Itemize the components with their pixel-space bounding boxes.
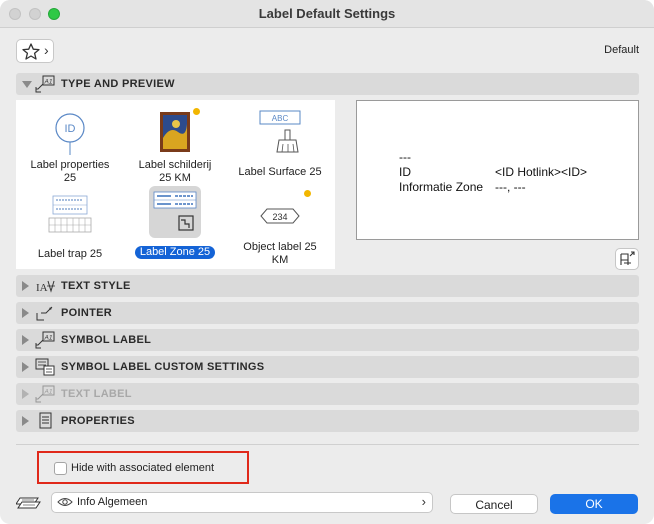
thumb-abc-text: ABC	[272, 114, 289, 123]
custom-settings-icon	[35, 358, 55, 376]
surface-brush-icon: ABC	[259, 110, 301, 153]
preview-line-1: ---	[399, 150, 411, 164]
label-type-tile-selected[interactable]: Label Zone 25	[121, 186, 229, 272]
panel-title: SYMBOL LABEL CUSTOM SETTINGS	[61, 361, 265, 373]
label-type-name: Label properties 25	[30, 159, 110, 184]
label-type-name: Label trap 25	[37, 248, 103, 260]
panel-title: SYMBOL LABEL	[61, 334, 152, 346]
preview-id-value: <ID Hotlink><ID>	[495, 165, 588, 179]
panel-type-and-preview[interactable]: A1 TYPE AND PREVIEW	[16, 73, 639, 95]
disclosure-right-icon	[22, 416, 29, 426]
hide-option-highlight: Hide with associated element	[37, 451, 249, 484]
disclosure-down-icon	[22, 81, 32, 88]
title-bar: Label Default Settings	[0, 0, 654, 28]
ok-button[interactable]: OK	[550, 494, 638, 514]
panel-title: TEXT STYLE	[61, 280, 131, 292]
default-label: Default	[604, 44, 639, 56]
label-type-name: Object label 25 KM	[243, 241, 317, 266]
preview-toggle-icon	[620, 251, 635, 265]
cancel-button[interactable]: Cancel	[450, 494, 538, 514]
disclosure-right-icon	[22, 389, 29, 399]
hide-with-element-checkbox[interactable]	[54, 462, 67, 475]
window-title: Label Default Settings	[258, 6, 396, 21]
label-type-name: Label schilderij 25 KM	[138, 159, 212, 184]
panel-title: TEXT LABEL	[61, 388, 132, 400]
layer-select[interactable]: Info Algemeen ›	[51, 492, 433, 513]
text-label-icon: A1	[35, 385, 55, 403]
preview-zone-value: ---, ---	[495, 180, 526, 194]
label-type-name: Label Zone 25	[121, 246, 229, 259]
preview-toggle-button[interactable]	[615, 248, 639, 270]
panel-title: POINTER	[61, 307, 112, 319]
symbol-label-icon: A1	[35, 331, 55, 349]
painting-icon	[160, 112, 190, 152]
zone-label-icon	[153, 191, 197, 231]
favorites-button[interactable]: ›	[16, 39, 54, 63]
svg-text:A1: A1	[44, 389, 53, 396]
label-type-grid: ID Label properties 25 Label schilderij …	[16, 100, 335, 269]
panel-properties[interactable]: PROPERTIES	[16, 410, 639, 432]
label-type-tile[interactable]: ID Label properties 25	[16, 104, 124, 190]
properties-icon	[39, 412, 52, 429]
label-type-icon: A1	[35, 75, 55, 93]
preview-zone-label: Informatie Zone	[399, 180, 484, 194]
preview-id-label: ID	[399, 165, 411, 179]
layer-value: Info Algemeen	[77, 496, 148, 508]
layers-icon	[16, 497, 41, 509]
star-icon	[22, 43, 40, 60]
text-style-icon: IA	[36, 280, 55, 294]
dialog-window: Label Default Settings › Default A1 TYPE…	[0, 0, 654, 524]
panel-pointer[interactable]: POINTER	[16, 302, 639, 324]
panel-symbol-label-custom[interactable]: SYMBOL LABEL CUSTOM SETTINGS	[16, 356, 639, 378]
thumb-id-text: ID	[65, 123, 76, 135]
panel-text-style[interactable]: IA TEXT STYLE	[16, 275, 639, 297]
chevron-right-icon: ›	[44, 42, 49, 58]
id-bubble-icon: ID	[55, 113, 85, 155]
chevron-right-icon: ›	[421, 494, 426, 509]
label-type-tile[interactable]: ABC Label Surface 25	[226, 104, 334, 190]
disclosure-right-icon	[22, 335, 29, 345]
label-preview: --- ID <ID Hotlink><ID> Informatie Zone …	[356, 100, 639, 240]
pointer-icon	[36, 306, 53, 321]
object-tag-icon: 234	[260, 208, 300, 224]
label-type-name: Label Surface 25	[238, 166, 322, 178]
svg-text:A1: A1	[44, 79, 53, 86]
panel-title: PROPERTIES	[61, 415, 135, 427]
svg-text:IA: IA	[36, 282, 48, 294]
disclosure-right-icon	[22, 281, 29, 291]
label-type-tile[interactable]: 234 Object label 25 KM	[226, 186, 334, 272]
hide-with-element-label[interactable]: Hide with associated element	[71, 462, 214, 474]
divider	[16, 444, 639, 445]
disclosure-right-icon	[22, 308, 29, 318]
eye-icon	[57, 498, 73, 506]
label-type-tile[interactable]: Label trap 25	[16, 186, 124, 272]
status-dot	[193, 108, 200, 115]
disclosure-right-icon	[22, 362, 29, 372]
thumb-num-text: 234	[272, 212, 287, 222]
panel-title: TYPE AND PREVIEW	[61, 78, 175, 90]
label-type-tile[interactable]: Label schilderij 25 KM	[121, 104, 229, 190]
panel-symbol-label[interactable]: A1 SYMBOL LABEL	[16, 329, 639, 351]
panel-text-label: A1 TEXT LABEL	[16, 383, 639, 405]
status-dot	[304, 190, 311, 197]
svg-text:A1: A1	[44, 335, 53, 342]
stair-table-icon	[48, 195, 92, 233]
